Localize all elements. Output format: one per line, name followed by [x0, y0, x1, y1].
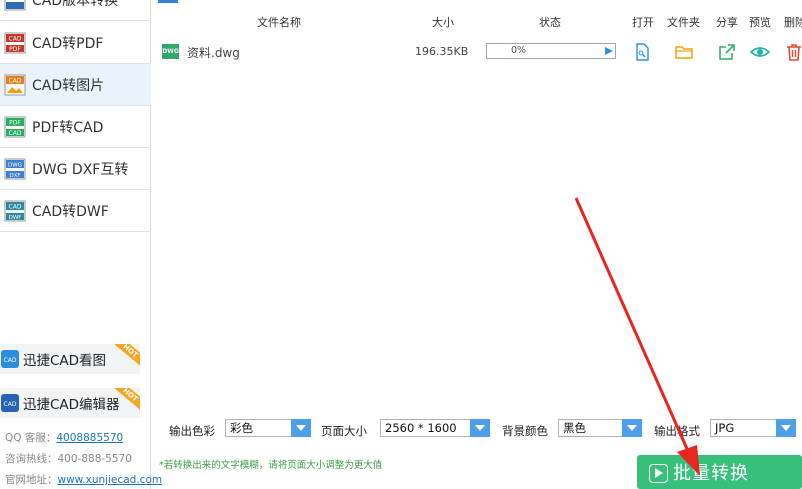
chevron-down-icon[interactable] [622, 419, 642, 437]
table-row[interactable]: DWG 资料.dwg 196.35KB 0% [152, 36, 802, 68]
progress-text: 0% [511, 45, 527, 56]
chevron-down-icon[interactable] [291, 419, 311, 437]
sidebar-item-cad-version[interactable]: CAD版本转换 [0, 0, 151, 21]
col-filename: 文件名称 [257, 16, 301, 29]
batch-convert-label: 批量转换 [673, 463, 749, 484]
play-icon[interactable] [605, 47, 613, 55]
cad-viewer-icon: CAD [1, 350, 19, 368]
promo-label: 迅捷CAD看图 [23, 353, 107, 369]
contact-phone: 咨询热线：400-888-5570 [5, 453, 132, 465]
pagesize-label: 页面大小 [321, 424, 367, 438]
cad-to-image-icon: CAD [4, 74, 26, 95]
svg-text:DXF: DXF [9, 173, 20, 179]
cad-to-dwf-icon: CAD DWF [4, 200, 26, 221]
format-label: 输出格式 [654, 424, 700, 438]
sidebar-item-cad-to-dwf[interactable]: CAD DWF CAD转DWF [0, 190, 151, 232]
sidebar-item-dwg-dxf[interactable]: DWG DXF DWG DXF互转 [0, 148, 151, 190]
sidebar-item-label: CAD转图片 [32, 77, 105, 94]
svg-text:CAD: CAD [9, 203, 22, 210]
contact-qq: QQ 客服：4008885570 [5, 430, 123, 445]
dwg-dxf-icon: DWG DXF [4, 158, 26, 179]
promo-label: 迅捷CAD编辑器 [23, 397, 120, 413]
svg-text:PDF: PDF [9, 46, 21, 53]
svg-text:CAD: CAD [4, 401, 17, 408]
bg-value: 黑色 [563, 421, 586, 435]
hot-badge: HOT [110, 344, 140, 370]
bg-label: 背景颜色 [502, 424, 548, 438]
svg-text:CAD: CAD [9, 77, 22, 84]
pdf-to-cad-icon: PDF CAD [4, 116, 26, 137]
svg-text:DWF: DWF [9, 215, 22, 221]
qq-label: QQ 客服： [5, 432, 57, 444]
promo-cad-viewer[interactable]: CAD 迅捷CAD看图 HOT [0, 344, 140, 374]
sidebar: CAD版本转换 CAD PDF CAD转PDF CAD CAD转图片 PDF CAD… [0, 0, 162, 489]
col-preview: 预览 [749, 16, 771, 29]
svg-text:CAD: CAD [4, 357, 17, 364]
dwg-file-icon: DWG [162, 44, 179, 59]
table-header: 文件名称 大小 状态 打开 文件夹 分享 预览 删除 [152, 0, 802, 36]
bg-select[interactable]: 黑色 [558, 419, 642, 437]
cad-editor-icon: CAD [1, 394, 19, 412]
main-panel: 文件名称 大小 状态 打开 文件夹 分享 预览 删除 DWG 资料.dwg 19… [152, 0, 802, 489]
sidebar-item-label: DWG DXF互转 [32, 161, 129, 178]
folder-icon[interactable] [674, 42, 694, 62]
sidebar-item-cad-to-image[interactable]: CAD CAD转图片 [0, 64, 151, 106]
site-label: 官网地址： [5, 474, 58, 486]
sidebar-item-label: CAD转PDF [32, 35, 104, 52]
site-link[interactable]: www.xunjiecad.com [58, 474, 163, 486]
pagesize-select[interactable]: 2560 * 1600 [380, 419, 490, 437]
delete-icon[interactable] [784, 42, 802, 62]
share-icon[interactable] [717, 42, 737, 62]
svg-text:CAD: CAD [9, 130, 22, 137]
chevron-down-icon[interactable] [776, 419, 796, 437]
chevron-down-icon[interactable] [470, 419, 490, 437]
col-share: 分享 [716, 16, 738, 29]
col-status: 状态 [539, 16, 561, 29]
file-name: 资料.dwg [187, 46, 240, 60]
sidebar-item-label: PDF转CAD [32, 119, 104, 136]
contact-site: 官网地址：www.xunjiecad.com [5, 472, 162, 487]
format-select[interactable]: JPG [710, 419, 796, 437]
promo-cad-editor[interactable]: CAD 迅捷CAD编辑器 HOT [0, 388, 140, 418]
preview-eye-icon[interactable] [750, 42, 770, 62]
app-window: CAD版本转换 CAD PDF CAD转PDF CAD CAD转图片 PDF CAD… [0, 0, 802, 489]
sidebar-item-label: CAD版本转换 [32, 0, 119, 9]
pagesize-value: 2560 * 1600 [385, 421, 457, 435]
svg-text:CAD: CAD [9, 35, 22, 42]
color-value: 彩色 [230, 421, 253, 435]
color-select[interactable]: 彩色 [225, 419, 311, 437]
sidebar-item-pdf-to-cad[interactable]: PDF CAD PDF转CAD [0, 106, 151, 148]
col-open: 打开 [632, 16, 654, 29]
output-options-bar: 输出色彩 彩色 页面大小 2560 * 1600 背景颜色 黑色 输出格式 JP… [152, 410, 802, 446]
cad-to-pdf-icon: CAD PDF [4, 32, 26, 53]
col-delete: 删除 [784, 16, 802, 29]
progress-bar: 0% [486, 43, 616, 59]
col-folder: 文件夹 [667, 16, 700, 29]
col-size: 大小 [432, 16, 454, 29]
play-icon [649, 464, 668, 483]
cad-version-icon [4, 0, 26, 10]
format-value: JPG [715, 421, 735, 435]
svg-text:DWG: DWG [8, 162, 22, 168]
file-size: 196.35KB [415, 45, 469, 58]
sidebar-item-label: CAD转DWF [32, 203, 109, 220]
open-file-icon[interactable] [632, 42, 652, 62]
qq-link[interactable]: 4008885570 [56, 432, 123, 444]
batch-convert-button[interactable]: 批量转换 [637, 455, 802, 489]
sidebar-item-cad-to-pdf[interactable]: CAD PDF CAD转PDF [0, 22, 151, 64]
color-label: 输出色彩 [169, 424, 215, 438]
svg-text:PDF: PDF [9, 119, 21, 126]
tip-text: *若转换出来的文字模糊，请将页面大小调整为更大值 [159, 460, 383, 471]
